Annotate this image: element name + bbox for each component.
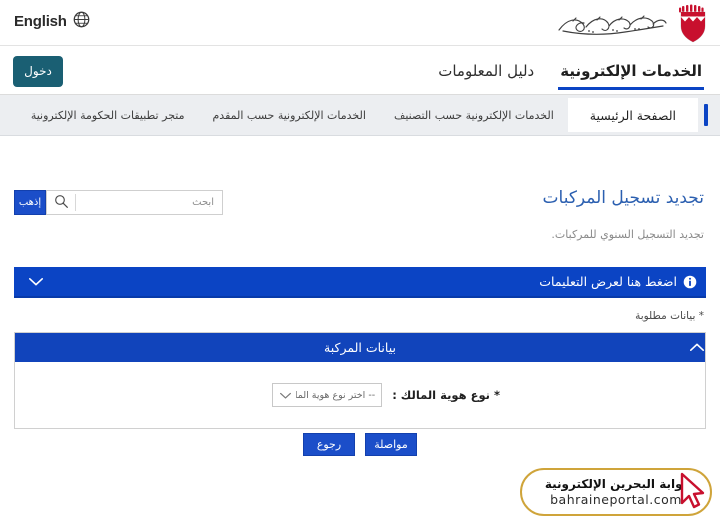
tab-information-directory-label: دليل المعلومات <box>438 61 535 80</box>
back-button[interactable]: رجوع <box>303 433 355 456</box>
info-icon <box>683 275 697 289</box>
government-logo <box>553 4 710 48</box>
vehicle-data-panel-title: بيانات المركبة <box>324 340 396 355</box>
search-input[interactable] <box>76 191 222 214</box>
subnav-item-app-store[interactable]: متجر تطبيقات الحكومة الإلكترونية <box>17 95 199 135</box>
watermark-domain-label: bahraineportal.com <box>550 491 682 507</box>
owner-id-type-selected-value: -- اختر نوع هوية المالك -- <box>296 389 376 401</box>
vehicle-data-panel-body: * نوع هوية المالك : -- اختر نوع هوية الم… <box>15 362 705 428</box>
top-utility-bar: English <box>0 0 720 46</box>
subnav-item-home[interactable]: الصفحة الرئيسية <box>567 98 698 132</box>
subnav-item-app-store-label: متجر تطبيقات الحكومة الإلكترونية <box>30 108 185 122</box>
search-icon <box>54 194 69 212</box>
mouse-cursor-icon <box>678 472 708 516</box>
page-root: English دخول الخدمات الإلكترونية دليل ال… <box>0 0 720 524</box>
bahrain-coat-of-arms-icon <box>676 4 710 48</box>
search-submit-button[interactable] <box>47 191 75 214</box>
vehicle-data-panel: بيانات المركبة * نوع هوية المالك : -- اخ… <box>14 332 706 429</box>
subnav-item-by-provider-label: الخدمات الإلكترونية حسب المقدم <box>212 108 366 122</box>
tab-eservices[interactable]: الخدمات الإلكترونية <box>558 46 704 95</box>
chevron-down-icon <box>279 391 292 400</box>
form-actions: مواصلة رجوع <box>0 433 720 456</box>
search-divider <box>75 194 76 211</box>
instructions-label: اضغط هنا لعرض التعليمات <box>539 274 677 289</box>
search-go-button[interactable]: إذهب <box>14 190 46 215</box>
chevron-down-icon <box>28 276 44 287</box>
page-title: تجديد تسجيل المركبات <box>542 188 704 208</box>
main-content: إذهب تجديد تسجيل المركبات تجديد التسجيل … <box>0 136 720 524</box>
secondary-nav: الصفحة الرئيسية الخدمات الإلكترونية حسب … <box>0 95 720 136</box>
vehicle-data-panel-header[interactable]: بيانات المركبة <box>15 333 705 362</box>
globe-icon <box>73 11 90 32</box>
page-subtitle: تجديد التسجيل السنوي للمركبات. <box>551 228 704 241</box>
tab-eservices-label: الخدمات الإلكترونية <box>560 61 702 80</box>
main-tabs: الخدمات الإلكترونية دليل المعلومات <box>436 46 704 95</box>
owner-id-type-label: * نوع هوية المالك : <box>392 388 500 402</box>
owner-id-type-row: * نوع هوية المالك : -- اختر نوع هوية الم… <box>272 383 500 407</box>
chevron-up-icon <box>689 342 705 353</box>
language-switcher[interactable]: English <box>14 11 90 32</box>
continue-button[interactable]: مواصلة <box>365 433 417 456</box>
site-search: إذهب <box>14 190 223 215</box>
active-nav-marker <box>704 104 708 126</box>
tab-information-directory[interactable]: دليل المعلومات <box>436 46 536 95</box>
subnav-item-by-category-label: الخدمات الإلكترونية حسب التصنيف <box>393 108 554 122</box>
required-fields-note: * بيانات مطلوبة <box>635 310 704 322</box>
login-button[interactable]: دخول <box>13 56 63 87</box>
owner-id-type-select[interactable]: -- اختر نوع هوية المالك -- <box>272 383 383 407</box>
language-label: English <box>14 13 67 30</box>
subnav-item-home-label: الصفحة الرئيسية <box>589 107 676 123</box>
subnav-item-by-provider[interactable]: الخدمات الإلكترونية حسب المقدم <box>199 95 380 135</box>
portal-watermark: بوابة البحرين الإلكترونية bahraineportal… <box>520 468 712 516</box>
government-wordmark <box>553 7 671 45</box>
instructions-toggle-bar[interactable]: اضغط هنا لعرض التعليمات <box>14 267 706 298</box>
search-field-group <box>46 190 223 215</box>
primary-nav-row: دخول الخدمات الإلكترونية دليل المعلومات <box>0 46 720 95</box>
subnav-item-by-category[interactable]: الخدمات الإلكترونية حسب التصنيف <box>380 95 568 135</box>
watermark-arabic-label: بوابة البحرين الإلكترونية <box>544 476 688 491</box>
